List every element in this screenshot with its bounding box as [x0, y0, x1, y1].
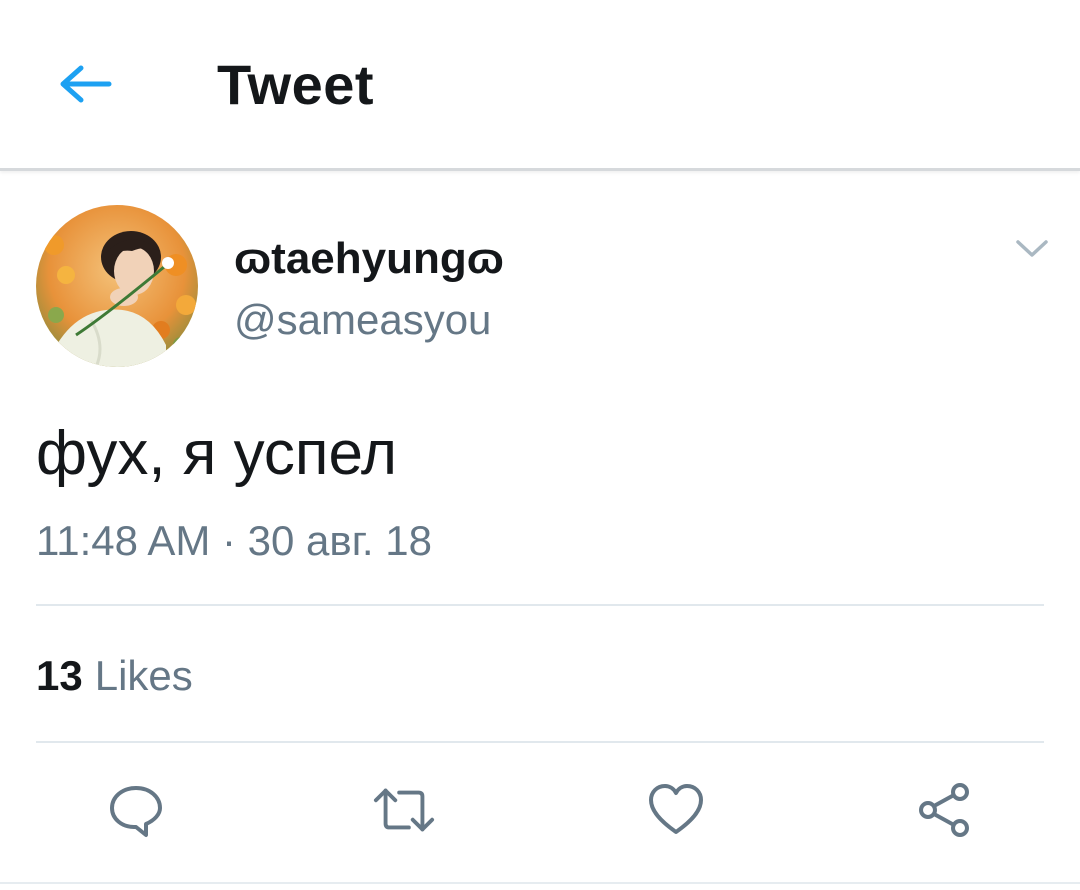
- reply-button[interactable]: [104, 778, 168, 842]
- comment-icon: [110, 786, 162, 837]
- retweet-button[interactable]: [372, 778, 436, 842]
- page-title: Tweet: [217, 53, 375, 116]
- tweet-text: фух, я успел: [36, 419, 398, 488]
- likes-count: 13: [36, 652, 83, 699]
- user-handle[interactable]: @sameasyou: [234, 294, 491, 346]
- avatar[interactable]: [36, 205, 198, 367]
- tweet-timestamp[interactable]: 11:48 AM · 30 авг. 18: [36, 515, 432, 567]
- retweet-icon: [373, 788, 435, 832]
- avatar-image: [36, 205, 198, 367]
- heart-icon: [649, 784, 703, 834]
- divider: [36, 741, 1044, 743]
- divider: [36, 604, 1044, 606]
- share-button[interactable]: [912, 778, 976, 842]
- divider: [0, 882, 1080, 884]
- like-button[interactable]: [644, 778, 708, 842]
- likes-label: Likes: [94, 652, 193, 699]
- back-button[interactable]: [56, 58, 114, 110]
- tweet-detail-page: Tweet ɷtaehyungɷ @sameasyou фух, я успел…: [0, 0, 1080, 890]
- tweet-menu-button[interactable]: [1012, 232, 1052, 266]
- display-name[interactable]: ɷtaehyungɷ: [234, 232, 504, 286]
- share-icon: [919, 783, 969, 837]
- top-app-bar: Tweet: [0, 0, 1080, 171]
- likes-row[interactable]: 13 Likes: [36, 650, 193, 702]
- chevron-down-icon: [1016, 240, 1048, 257]
- arrow-left-icon: [60, 65, 112, 103]
